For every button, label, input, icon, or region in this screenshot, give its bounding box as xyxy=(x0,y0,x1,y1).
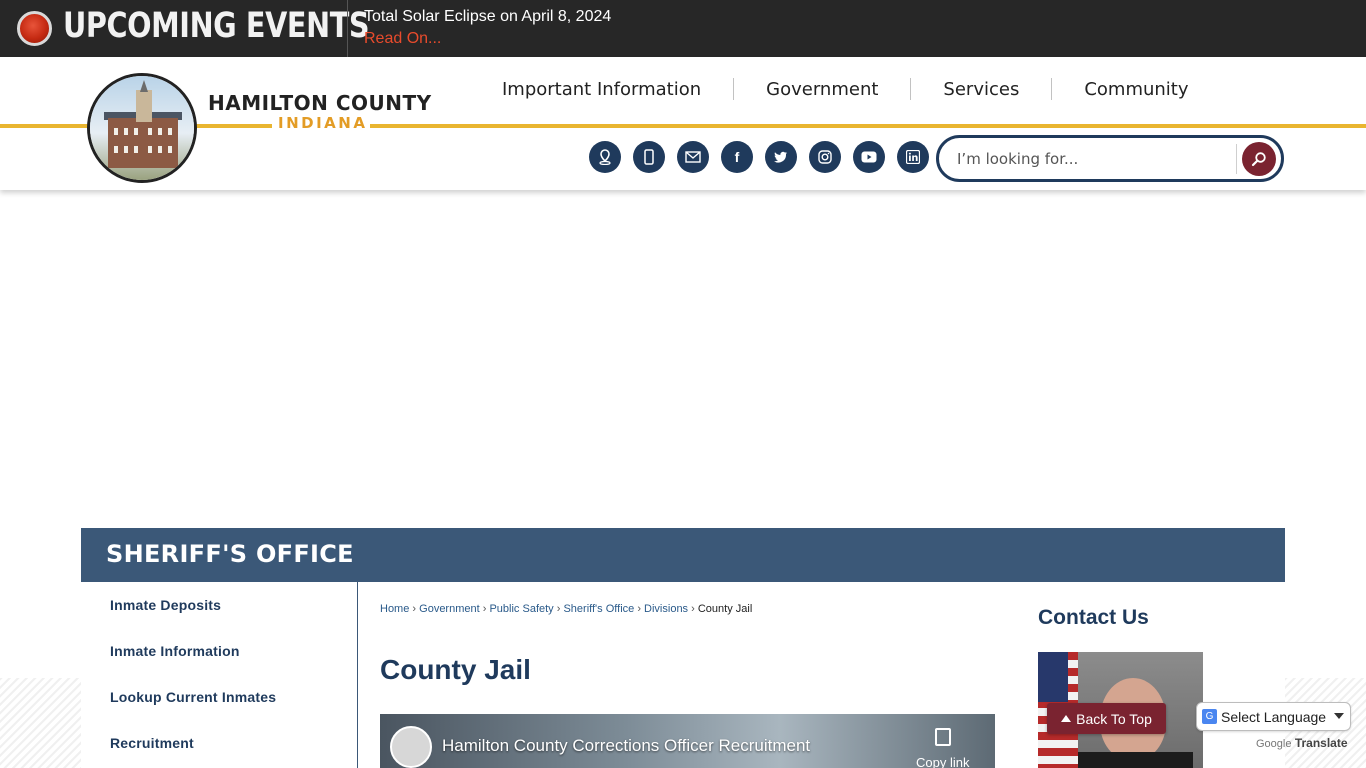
department-banner: SHERIFF'S OFFICE xyxy=(81,528,1285,582)
brand-state: INDIANA xyxy=(278,114,368,132)
header-gold-line xyxy=(0,124,1366,128)
video-embed[interactable]: Hamilton County Corrections Officer Recr… xyxy=(380,714,995,768)
breadcrumb-home[interactable]: Home xyxy=(380,603,409,615)
event-headline[interactable]: Total Solar Eclipse on April 8, 2024 xyxy=(364,8,611,26)
instagram-icon[interactable] xyxy=(809,141,841,173)
upcoming-events-bar: UPCOMING EVENTS Total Solar Eclipse on A… xyxy=(0,0,1366,57)
google-translate-icon: G xyxy=(1202,709,1217,724)
side-nav-inmate-information[interactable]: Inmate Information xyxy=(110,643,240,659)
linkedin-icon[interactable] xyxy=(897,141,929,173)
read-on-link[interactable]: Read On... xyxy=(364,30,441,48)
breadcrumb-current: County Jail xyxy=(697,603,753,615)
back-to-top-label: Back To Top xyxy=(1076,710,1152,727)
email-icon[interactable] xyxy=(677,141,709,173)
county-seal-logo[interactable] xyxy=(87,73,197,183)
language-select[interactable]: G Select Language xyxy=(1196,702,1351,731)
chevron-down-icon xyxy=(1334,713,1344,719)
language-select-label: Select Language xyxy=(1221,708,1327,725)
events-divider xyxy=(347,0,348,57)
nav-important-information[interactable]: Important Information xyxy=(470,79,733,100)
social-links: f xyxy=(589,141,929,173)
breadcrumb-sheriffs-office[interactable]: Sheriff's Office xyxy=(563,603,634,615)
brand-name[interactable]: HAMILTON COUNTY xyxy=(208,91,432,115)
side-nav-recruitment[interactable]: Recruitment xyxy=(110,735,194,751)
back-to-top-button[interactable]: Back To Top xyxy=(1047,703,1166,734)
nav-services[interactable]: Services xyxy=(911,79,1051,100)
copy-link-icon[interactable] xyxy=(935,728,951,746)
contact-us-heading: Contact Us xyxy=(1038,606,1149,629)
department-title: SHERIFF'S OFFICE xyxy=(106,540,354,568)
twitter-icon[interactable] xyxy=(765,141,797,173)
youtube-icon[interactable] xyxy=(853,141,885,173)
upcoming-events-title: UPCOMING EVENTS xyxy=(63,6,370,46)
alert-dot-icon xyxy=(17,11,52,46)
translate-label: Translate xyxy=(1294,736,1348,750)
nav-government[interactable]: Government xyxy=(734,79,910,100)
breadcrumb: Home › Government › Public Safety › Sher… xyxy=(380,603,753,615)
arrow-up-icon xyxy=(1061,715,1072,722)
site-search xyxy=(936,135,1284,182)
breadcrumb-government[interactable]: Government xyxy=(419,603,480,615)
channel-avatar[interactable] xyxy=(390,726,432,768)
side-nav-inmate-deposits[interactable]: Inmate Deposits xyxy=(110,597,221,613)
search-icon xyxy=(1251,152,1266,167)
page-title: County Jail xyxy=(380,654,531,685)
copy-link-label[interactable]: Copy link xyxy=(916,755,969,768)
google-label: Google xyxy=(1256,738,1292,750)
site-header: HAMILTON COUNTY INDIANA Important Inform… xyxy=(0,57,1366,190)
side-nav: Inmate Deposits Inmate Information Looku… xyxy=(81,582,358,768)
search-input[interactable] xyxy=(957,147,1227,171)
map-pin-icon[interactable] xyxy=(589,141,621,173)
facebook-icon[interactable]: f xyxy=(721,141,753,173)
video-title[interactable]: Hamilton County Corrections Officer Recr… xyxy=(442,736,810,756)
main-nav: Important Information Government Service… xyxy=(470,74,1221,104)
breadcrumb-divisions[interactable]: Divisions xyxy=(644,603,688,615)
google-translate-credit[interactable]: Google Translate xyxy=(1256,736,1348,750)
decorative-hatch-left xyxy=(0,678,81,768)
breadcrumb-public-safety[interactable]: Public Safety xyxy=(489,603,553,615)
mobile-phone-icon[interactable] xyxy=(633,141,665,173)
nav-community[interactable]: Community xyxy=(1052,79,1220,100)
side-nav-lookup-current-inmates[interactable]: Lookup Current Inmates xyxy=(110,689,276,705)
search-button[interactable] xyxy=(1242,142,1276,176)
